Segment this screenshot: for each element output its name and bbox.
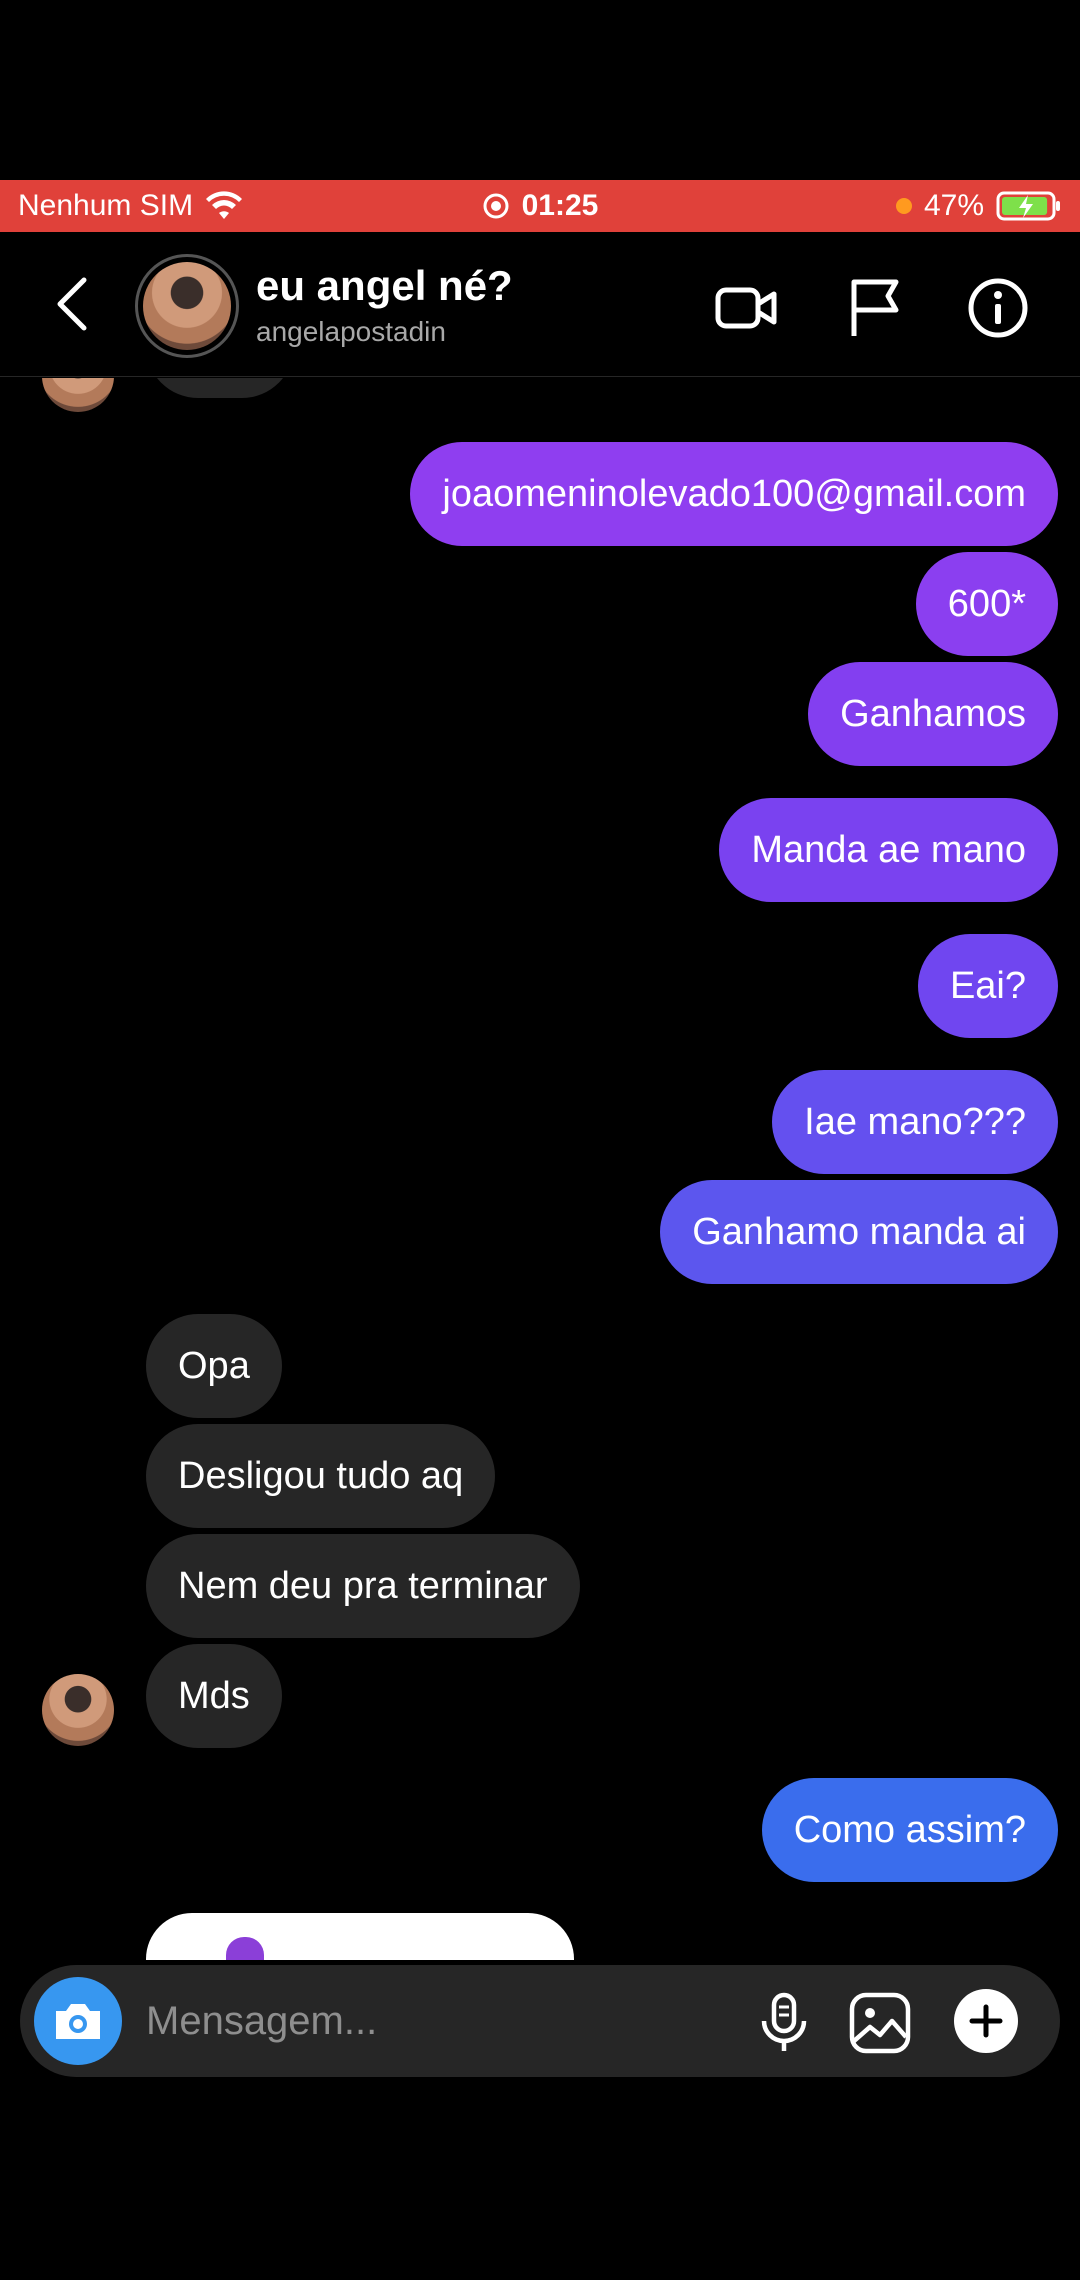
status-bar: Nenhum SIM 01:25 47% [0, 180, 1080, 232]
plus-icon [969, 2004, 1003, 2038]
message-bubble-outgoing[interactable]: Iae mano??? [772, 1070, 1058, 1174]
message-bubble-outgoing[interactable]: Ganhamos [808, 662, 1058, 766]
contact-username[interactable]: angelapostadin [256, 316, 446, 348]
carrier-label: Nenhum SIM [18, 189, 194, 222]
clock: 01:25 [521, 189, 599, 222]
add-content-button[interactable] [954, 1989, 1018, 2053]
message-bubble-outgoing[interactable]: Ganhamo manda ai [660, 1180, 1058, 1284]
message-bubble-incoming[interactable]: Mds [146, 1644, 282, 1748]
wifi-icon [206, 191, 243, 219]
avatar-image [143, 262, 231, 350]
message-bubble-partial[interactable] [146, 378, 294, 398]
battery-percent: 47% [923, 189, 984, 222]
message-bubble-outgoing[interactable]: 600* [915, 552, 1058, 656]
message-bubble-outgoing[interactable]: Manda ae mano [719, 798, 1058, 902]
message-bubble-incoming[interactable]: Nem deu pra terminar [146, 1534, 580, 1638]
card-image [226, 1937, 264, 1960]
camera-icon [56, 2004, 100, 2039]
gallery-icon[interactable] [848, 1991, 912, 2055]
video-call-icon[interactable] [714, 276, 778, 340]
message-composer [20, 1965, 1060, 2077]
message-bubble-outgoing[interactable]: joaomeninolevado100@gmail.com [410, 442, 1058, 546]
message-bubble-incoming[interactable]: Desligou tudo aq [146, 1424, 496, 1528]
battery-charging-icon [996, 191, 1060, 221]
shared-post-card[interactable] [146, 1913, 574, 1960]
info-icon[interactable] [966, 276, 1030, 340]
sender-avatar[interactable] [42, 1674, 114, 1746]
report-flag-icon[interactable] [842, 276, 906, 340]
message-input[interactable] [146, 1985, 746, 2057]
contact-avatar[interactable] [135, 254, 239, 358]
message-bubble-outgoing[interactable]: Eai? [917, 934, 1058, 1038]
sender-avatar[interactable] [42, 378, 114, 412]
message-bubble-incoming[interactable]: Opa [146, 1314, 282, 1418]
chat-header: eu angel né? angelapostadin [0, 232, 1080, 377]
contact-name[interactable]: eu angel né? [256, 262, 513, 310]
screen-record-icon [483, 193, 509, 219]
message-thread[interactable]: joaomeninolevado100@gmail.com 600* Ganha… [0, 378, 1080, 1960]
microphone-icon[interactable] [752, 1991, 816, 2055]
orange-indicator-dot [895, 198, 912, 214]
back-chevron-icon[interactable] [50, 274, 94, 334]
message-bubble-outgoing[interactable]: Como assim? [761, 1778, 1058, 1882]
camera-button[interactable] [34, 1977, 122, 2065]
